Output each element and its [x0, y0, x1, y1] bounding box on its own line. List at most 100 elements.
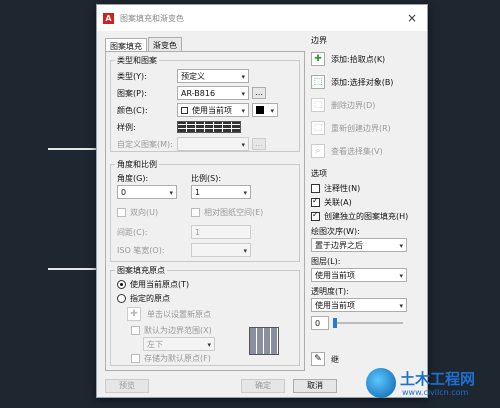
associative-checkbox[interactable] — [311, 196, 320, 207]
hatch-origin-title: 图案填充原点 — [115, 265, 167, 276]
dialog-title: 图案填充和渐变色 — [120, 13, 184, 23]
type-value: 预定义 — [181, 71, 205, 81]
view-selection-icon: ⌕ — [311, 144, 325, 158]
recreate-boundary-icon: ⬚ — [311, 121, 325, 135]
options-title: 选项 — [311, 169, 327, 178]
annotative-checkbox[interactable] — [311, 184, 320, 193]
transparency-number: 0 — [315, 318, 321, 328]
ok-button[interactable]: 确定 — [241, 379, 285, 393]
chevron-down-icon: ▾ — [243, 247, 247, 255]
specified-origin-label: 指定的原点 — [130, 294, 170, 303]
chevron-down-icon: ▾ — [169, 189, 173, 197]
double-label: 双向(U) — [130, 208, 159, 217]
default-extent-checkbox[interactable] — [131, 326, 140, 335]
spacing-value: 1 — [195, 227, 201, 237]
chevron-down-icon: ▾ — [399, 272, 403, 280]
preview-button[interactable]: 预览 — [105, 379, 149, 393]
black-swatch-icon — [256, 106, 264, 114]
chevron-down-icon: ▾ — [399, 302, 403, 310]
add-pick-label: 添加:拾取点(K) — [331, 54, 386, 64]
separate-hatches-checkbox[interactable] — [311, 210, 320, 221]
double-checkbox[interactable] — [117, 208, 126, 217]
transparency-slider-row: 0 — [311, 316, 423, 330]
iso-pen-select[interactable]: ▾ — [191, 243, 251, 257]
draw-order-select[interactable]: 置于边界之后 ▾ — [311, 238, 407, 252]
set-origin-icon[interactable]: ✚ — [127, 307, 141, 321]
pattern-label: 图案(P): — [117, 88, 147, 98]
watermark: 土木工程网 www.civilcn.com — [366, 366, 496, 406]
add-select-objects-button[interactable]: ⬚ 添加:选择对象(B) — [311, 73, 423, 91]
color-value: 使用当前项 — [192, 105, 232, 115]
annotative-label: 注释性(N) — [324, 184, 361, 193]
type-pattern-group: 类型和图案 类型(Y): 预定义 ▾ 图案(P): AR-B816 ▾ … 颜色… — [110, 55, 300, 152]
autocad-app-icon: A — [103, 12, 114, 24]
specified-origin-radio[interactable] — [117, 294, 126, 303]
type-label: 类型(Y): — [117, 71, 147, 81]
extent-value: 左下 — [147, 339, 163, 349]
close-button[interactable]: × — [407, 11, 417, 25]
recreate-boundary-button[interactable]: ⬚ 重新创建边界(R) — [311, 119, 423, 137]
separate-hatches-label: 创建独立的图案填充(H) — [324, 212, 409, 221]
remove-boundary-icon: ⬚ — [311, 98, 325, 112]
custom-pattern-select[interactable]: ▾ — [177, 137, 249, 151]
relative-paper-checkbox[interactable] — [191, 208, 200, 217]
add-pick-points-button[interactable]: ✚ 添加:拾取点(K) — [311, 50, 423, 68]
inherit-label: 继 — [331, 354, 339, 364]
remove-label: 删除边界(D) — [331, 100, 376, 110]
boundaries-title: 边界 — [311, 36, 327, 45]
annotative-row: 注释性(N) — [311, 183, 423, 194]
relative-paper-label: 相对图纸空间(E) — [204, 208, 264, 217]
store-default-label: 存储为默认原点(F) — [144, 354, 211, 363]
color-select[interactable]: 使用当前项 ▾ — [177, 103, 249, 117]
angle-label: 角度(G): — [117, 174, 149, 183]
layer-label: 图层(L): — [311, 257, 341, 266]
store-default-checkbox[interactable] — [131, 354, 140, 363]
type-select[interactable]: 预定义 ▾ — [177, 69, 249, 83]
pattern-sample-preview[interactable] — [177, 121, 241, 133]
sample-label: 样例: — [117, 122, 136, 132]
chevron-down-icon: ▾ — [243, 189, 247, 197]
pattern-select[interactable]: AR-B816 ▾ — [177, 86, 249, 100]
watermark-brand: 土木工程网 — [400, 370, 476, 388]
slider-thumb[interactable] — [333, 318, 337, 328]
custom-pattern-label: 自定义图案(M): — [117, 139, 173, 149]
transparency-value: 使用当前项 — [315, 300, 355, 310]
layer-select[interactable]: 使用当前项 ▾ — [311, 268, 407, 282]
chevron-down-icon: ▾ — [241, 141, 245, 149]
pattern-browse-button[interactable]: … — [252, 87, 266, 99]
angle-value: 0 — [121, 187, 127, 197]
chevron-down-icon: ▾ — [207, 341, 211, 349]
draw-order-label: 绘图次序(W): — [311, 227, 360, 236]
extent-position-select[interactable]: 左下 ▾ — [143, 337, 215, 351]
transparency-label: 透明度(T): — [311, 287, 349, 296]
spacing-input[interactable]: 1 — [191, 225, 251, 239]
view-label: 查看选择集(V) — [331, 146, 383, 156]
chevron-down-icon: ▾ — [241, 90, 245, 98]
hatch-origin-group: 图案填充原点 使用当前原点(T) 指定的原点 ✚ 单击以设置新原点 默认为边界范… — [110, 265, 300, 366]
spacing-label: 间距(C): — [117, 227, 148, 237]
iso-pen-label: ISO 笔宽(O): — [117, 245, 165, 255]
background-color-select[interactable]: ▾ — [252, 103, 278, 117]
watermark-url: www.civilcn.com — [402, 388, 469, 397]
titlebar: A 图案填充和渐变色 × — [97, 5, 427, 31]
angle-select[interactable]: 0 ▾ — [117, 185, 177, 199]
add-select-label: 添加:选择对象(B) — [331, 77, 394, 87]
custom-browse-button[interactable]: … — [252, 138, 266, 150]
use-current-origin-label: 使用当前原点(T) — [130, 280, 190, 289]
angle-scale-title: 角度和比例 — [115, 159, 159, 170]
view-selections-button[interactable]: ⌕ 查看选择集(V) — [311, 142, 423, 160]
scale-label: 比例(S): — [191, 174, 222, 183]
draw-order-value: 置于边界之后 — [315, 240, 363, 250]
color-label: 颜色(C): — [117, 105, 148, 115]
remove-boundaries-button[interactable]: ⬚ 删除边界(D) — [311, 96, 423, 114]
transparency-slider[interactable] — [333, 318, 403, 328]
inherit-icon: ✎ — [311, 352, 325, 366]
transparency-number-input[interactable]: 0 — [311, 316, 329, 330]
scale-select[interactable]: 1 ▾ — [191, 185, 251, 199]
transparency-select[interactable]: 使用当前项 ▾ — [311, 298, 407, 312]
hatch-tab-panel: 类型和图案 类型(Y): 预定义 ▾ 图案(P): AR-B816 ▾ … 颜色… — [105, 51, 305, 371]
use-current-origin-radio[interactable] — [117, 280, 126, 289]
hatch-gradient-dialog: A 图案填充和渐变色 × 图案填充 渐变色 类型和图案 类型(Y): 预定义 ▾… — [96, 4, 428, 398]
chevron-down-icon: ▾ — [399, 242, 403, 250]
cancel-button[interactable]: 取消 — [293, 379, 337, 393]
